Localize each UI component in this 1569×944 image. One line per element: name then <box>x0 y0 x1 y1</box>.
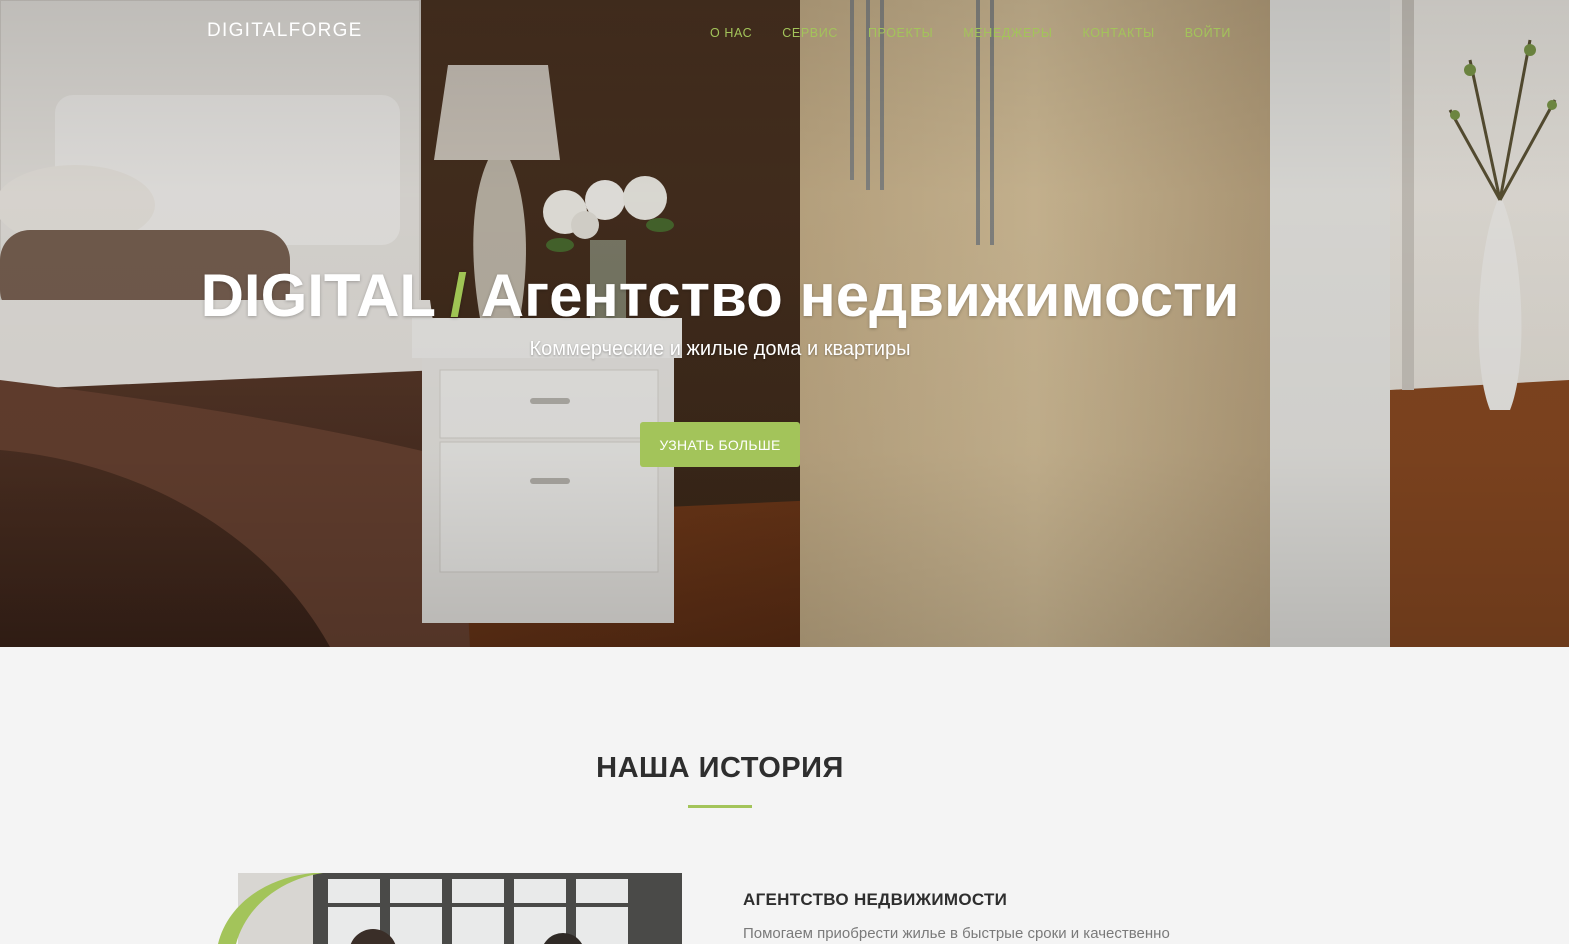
hero-title-bold: DIGITAL <box>200 262 437 329</box>
title-underline <box>688 805 752 808</box>
hero-section: DIGITALFORGE О НАС СЕРВИС ПРОЕКТЫ МЕНЕДЖ… <box>0 0 1569 647</box>
office-photo <box>218 873 682 944</box>
nav-link-contacts[interactable]: КОНТАКТЫ <box>1083 26 1155 40</box>
hero-title-slash: / <box>450 262 467 329</box>
agency-title: АГЕНТСТВО НЕДВИЖИМОСТИ <box>743 890 1008 909</box>
learn-more-button[interactable]: УЗНАТЬ БОЛЬШЕ <box>640 422 800 467</box>
agency-description: Помогаем приобрести жилье в быстрые срок… <box>743 925 1170 942</box>
nav-link-service[interactable]: СЕРВИС <box>782 26 838 40</box>
hero-title-rest: Агентство недвижимости <box>480 262 1240 329</box>
brand-logo[interactable]: DIGITALFORGE <box>207 20 363 42</box>
main-nav: О НАС СЕРВИС ПРОЕКТЫ МЕНЕДЖЕРЫ КОНТАКТЫ … <box>710 26 1231 40</box>
nav-link-about[interactable]: О НАС <box>710 26 752 40</box>
history-title: НАША ИСТОРИЯ <box>596 752 844 784</box>
hero-title: DIGITAL / Агентство недвижимости <box>0 258 1440 334</box>
nav-link-projects[interactable]: ПРОЕКТЫ <box>868 26 933 40</box>
hero-subtitle: Коммерческие и жилые дома и квартиры <box>529 338 911 360</box>
nav-link-managers[interactable]: МЕНЕДЖЕРЫ <box>963 26 1052 40</box>
nav-link-login[interactable]: ВОЙТИ <box>1185 26 1231 40</box>
office-photo-image <box>218 873 682 944</box>
